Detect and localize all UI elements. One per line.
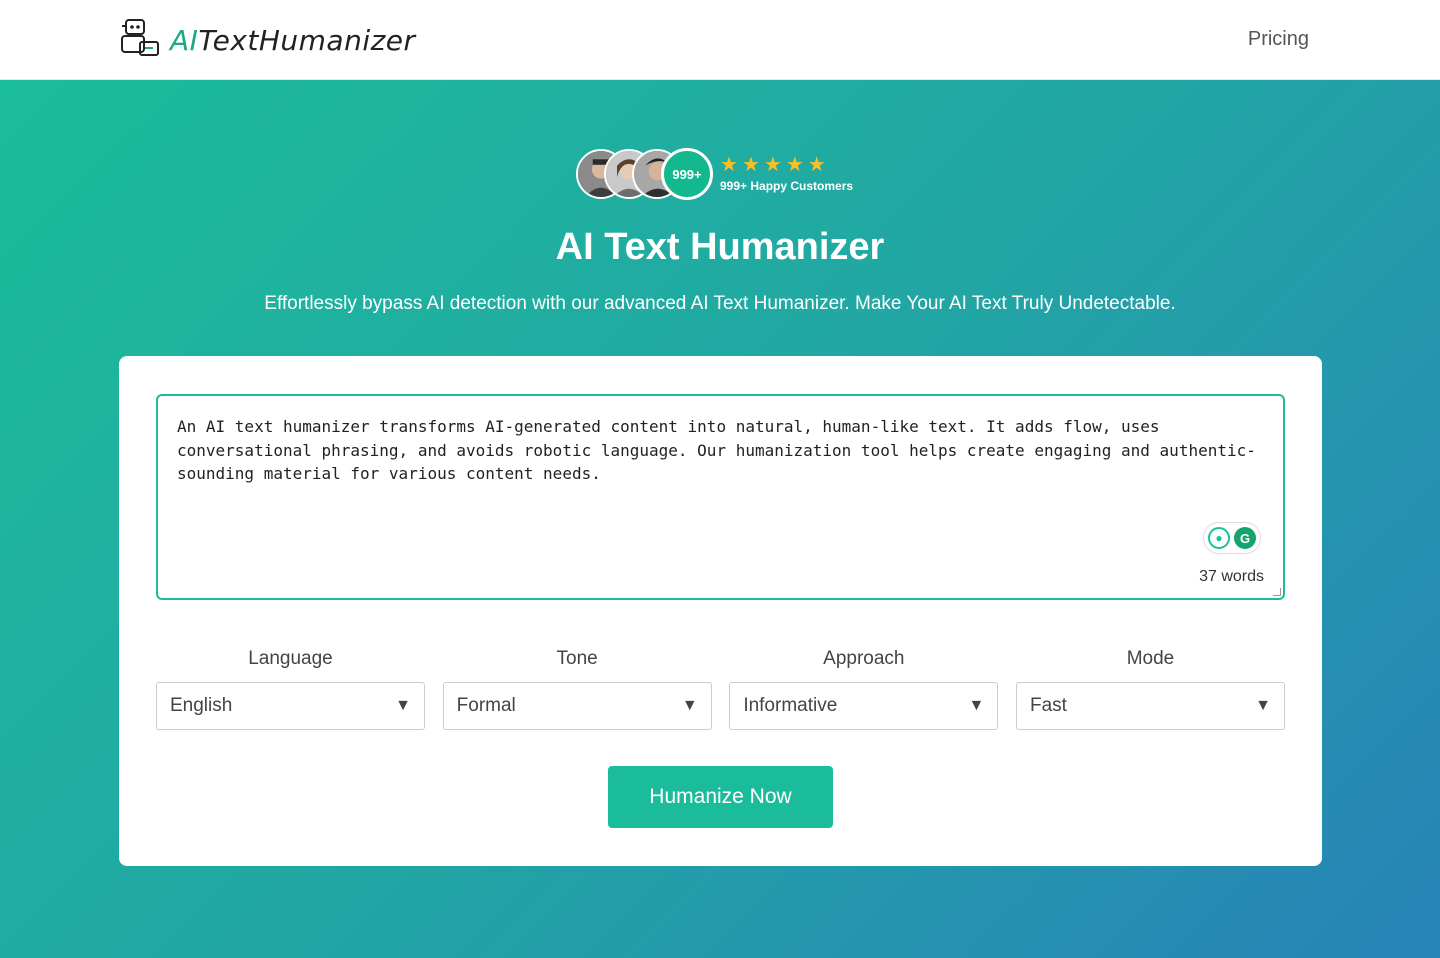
logo-wordmark: AITextHumanizer	[170, 23, 416, 57]
word-count: 37 words	[1199, 568, 1264, 585]
resize-handle[interactable]	[1273, 588, 1281, 596]
customer-avatars: 999+	[576, 148, 713, 200]
mode-control: Mode Fast ▼	[1015, 648, 1285, 730]
star-rating: ★ ★ ★ ★ ★	[720, 155, 853, 175]
customer-count-badge: 999+	[661, 148, 713, 200]
approach-control: Approach Informative ▼	[729, 648, 999, 730]
rating: ★ ★ ★ ★ ★ 999+ Happy Customers	[720, 155, 853, 193]
options-row: Language English ▼ Tone Formal ▼ Approac…	[156, 648, 1285, 730]
caret-down-icon: ▼	[395, 697, 411, 714]
text-input-area[interactable]: An AI text humanizer transforms AI-gener…	[156, 394, 1285, 600]
site-logo[interactable]: AITextHumanizer	[118, 18, 416, 62]
humanize-now-button[interactable]: Humanize Now	[608, 766, 833, 828]
mode-select[interactable]: Fast ▼	[1015, 682, 1285, 730]
mode-label: Mode	[1126, 648, 1175, 669]
star-icon: ★	[720, 154, 738, 176]
tone-label: Tone	[556, 648, 598, 669]
tone-select[interactable]: Formal ▼	[442, 682, 712, 730]
top-navbar: AITextHumanizer Pricing	[0, 0, 1440, 80]
mode-value: Fast	[1029, 695, 1067, 716]
caret-down-icon: ▼	[681, 697, 698, 714]
approach-label: Approach	[823, 648, 905, 669]
input-text[interactable]: An AI text humanizer transforms AI-gener…	[177, 415, 1257, 486]
language-select[interactable]: English ▼	[156, 682, 425, 730]
happy-customers-text: 999+ Happy Customers	[720, 179, 854, 193]
star-icon: ★	[785, 154, 804, 176]
nav-pricing-link[interactable]: Pricing	[1248, 28, 1309, 51]
approach-select[interactable]: Informative ▼	[729, 682, 999, 730]
caret-down-icon: ▼	[968, 697, 985, 714]
star-icon: ★	[763, 154, 782, 176]
extension-icons[interactable]: ● G	[1203, 522, 1261, 554]
tone-control: Tone Formal ▼	[442, 648, 712, 730]
page-subtitle: Effortlessly bypass AI detection with ou…	[264, 293, 1176, 314]
language-label: Language	[248, 648, 333, 669]
robot-icon	[118, 16, 162, 65]
approach-value: Informative	[743, 695, 838, 716]
language-value: English	[170, 695, 233, 716]
star-icon: ★	[741, 154, 760, 176]
humanizer-card: An AI text humanizer transforms AI-gener…	[119, 356, 1322, 866]
tone-value: Formal	[456, 695, 516, 716]
language-control: Language English ▼	[156, 648, 425, 730]
page-title: AI Text Humanizer	[555, 226, 885, 268]
hero-section: 999+ ★ ★ ★ ★ ★ 999+ Happy Customers AI T…	[0, 80, 1440, 958]
social-proof: 999+ ★ ★ ★ ★ ★ 999+ Happy Customers	[576, 148, 853, 200]
star-icon: ★	[807, 154, 826, 176]
lightbulb-icon[interactable]: ●	[1208, 527, 1230, 549]
caret-down-icon: ▼	[1255, 697, 1271, 714]
grammarly-icon[interactable]: G	[1234, 527, 1256, 549]
